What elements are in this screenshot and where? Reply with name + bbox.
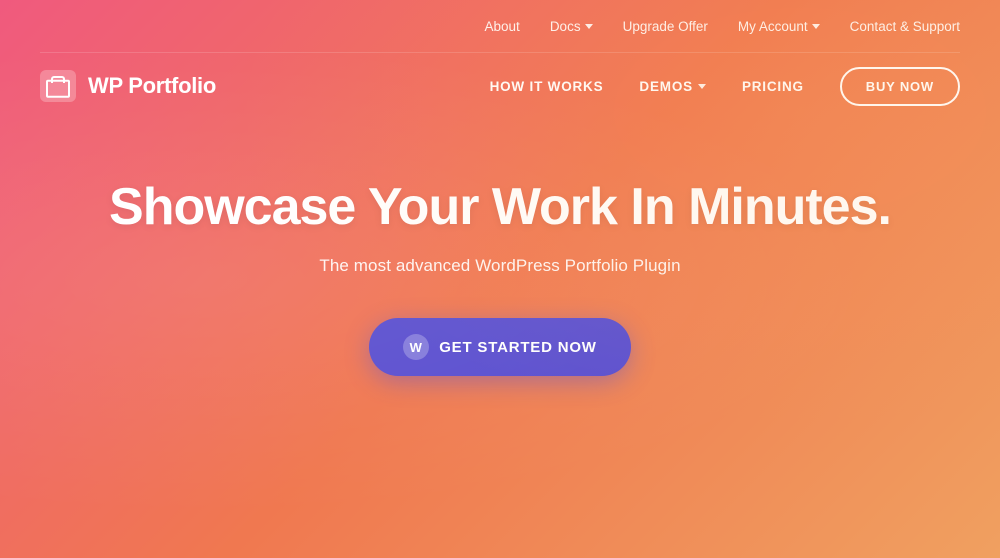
nav-pricing[interactable]: PRICING [742, 79, 804, 94]
main-nav: WP Portfolio HOW IT WORKS DEMOS PRICING … [0, 53, 1000, 119]
topbar-about-link[interactable]: About [485, 19, 520, 34]
buy-now-button[interactable]: BUY NOW [840, 67, 960, 106]
docs-dropdown-icon [585, 24, 593, 29]
logo-icon [40, 70, 76, 102]
page-wrapper: About Docs Upgrade Offer My Account Cont… [0, 0, 1000, 558]
get-started-button[interactable]: W GET STARTED NOW [369, 318, 631, 376]
nav-demos[interactable]: DEMOS [639, 79, 706, 94]
myaccount-dropdown-icon [812, 24, 820, 29]
top-bar: About Docs Upgrade Offer My Account Cont… [0, 0, 1000, 52]
logo-text: WP Portfolio [88, 73, 216, 99]
main-nav-links: HOW IT WORKS DEMOS PRICING BUY NOW [490, 67, 960, 106]
nav-how-it-works[interactable]: HOW IT WORKS [490, 79, 604, 94]
cta-label: GET STARTED NOW [439, 339, 597, 356]
wordpress-icon: W [403, 334, 429, 360]
hero-section: Showcase Your Work In Minutes. The most … [0, 119, 1000, 376]
logo[interactable]: WP Portfolio [40, 70, 216, 102]
topbar-myaccount-link[interactable]: My Account [738, 19, 820, 34]
topbar-docs-link[interactable]: Docs [550, 19, 593, 34]
hero-title: Showcase Your Work In Minutes. [109, 179, 891, 236]
topbar-contact-link[interactable]: Contact & Support [850, 19, 960, 34]
demos-dropdown-icon [698, 84, 706, 89]
topbar-upgrade-link[interactable]: Upgrade Offer [623, 19, 708, 34]
hero-subtitle: The most advanced WordPress Portfolio Pl… [319, 256, 680, 276]
